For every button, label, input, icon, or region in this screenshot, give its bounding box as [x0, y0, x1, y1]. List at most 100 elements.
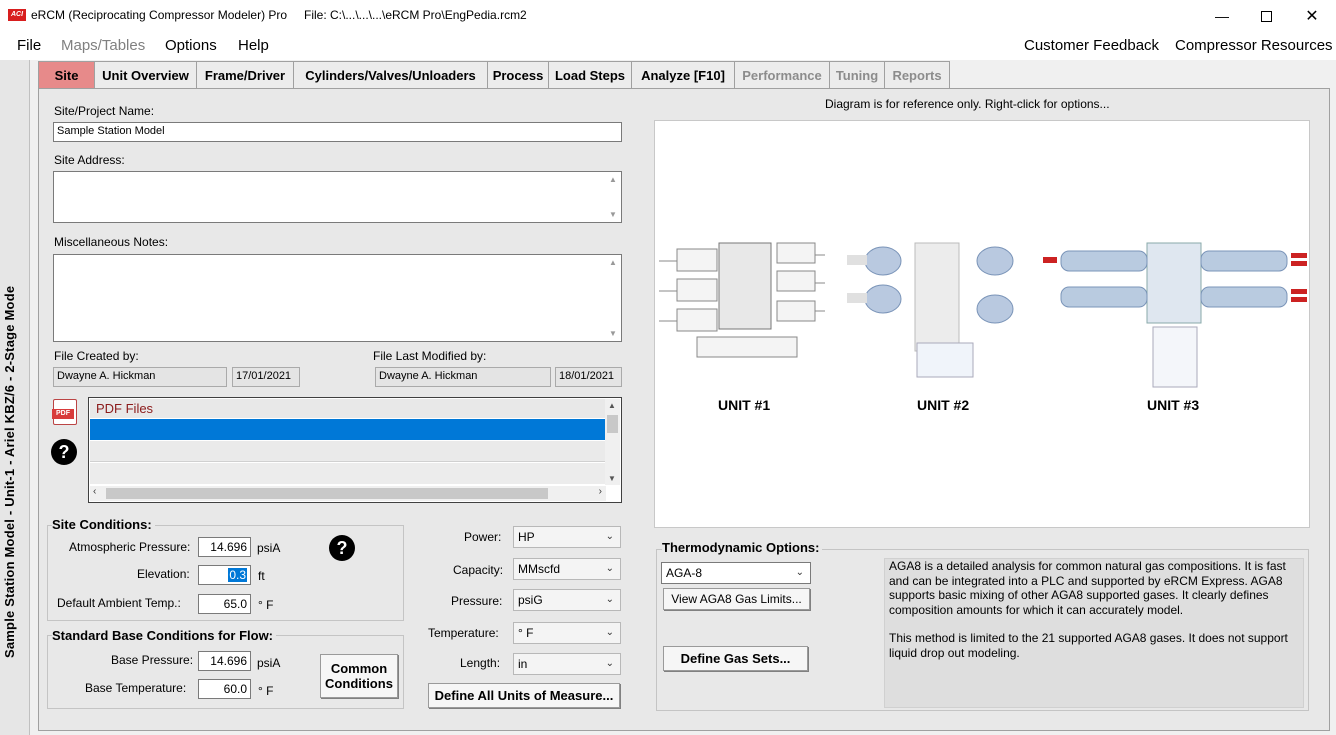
site-address-scrollbar[interactable]: ▲ ▼ — [606, 173, 620, 221]
notes-input[interactable]: ▲ ▼ — [53, 254, 622, 342]
define-gas-sets-button[interactable]: Define Gas Sets... — [663, 646, 808, 671]
chevron-down-icon: ⌄ — [795, 567, 804, 578]
thermo-method-select[interactable]: AGA-8 ⌄ — [661, 562, 811, 584]
thermo-description-p2: This method is limited to the 21 support… — [889, 631, 1288, 660]
chevron-down-icon: ⌄ — [605, 563, 614, 574]
unit-1-schematic[interactable] — [657, 239, 827, 369]
help-icon[interactable]: ? — [51, 439, 77, 465]
notes-label: Miscellaneous Notes: — [54, 235, 169, 249]
power-value: HP — [518, 530, 535, 544]
elevation-unit: ft — [258, 569, 265, 583]
unit-2-label: UNIT #2 — [917, 397, 970, 413]
pressure-value: psiG — [518, 593, 543, 607]
elevation-label: Elevation: — [137, 567, 190, 581]
pdf-files-list[interactable]: PDF Files ▲ ▼ ‹ › — [88, 397, 622, 503]
thermo-options-title: Thermodynamic Options: — [662, 540, 823, 555]
chevron-down-icon: ⌄ — [605, 658, 614, 669]
thermo-method-value: AGA-8 — [666, 566, 703, 580]
pdf-list-selected-row[interactable] — [90, 419, 606, 440]
elevation-input[interactable]: 0.3 — [198, 565, 251, 585]
power-select[interactable]: HP ⌄ — [513, 526, 621, 548]
tab-frame-driver[interactable]: Frame/Driver — [196, 61, 294, 88]
common-conditions-button[interactable]: Common Conditions — [320, 654, 398, 698]
capacity-value: MMscfd — [518, 562, 560, 576]
help-icon[interactable]: ? — [329, 535, 355, 561]
thermo-description: AGA8 is a detailed analysis for common n… — [884, 558, 1304, 708]
pdf-list-row[interactable] — [90, 463, 606, 484]
menu-options[interactable]: Options — [165, 37, 217, 54]
mode-label: Sample Station Model - Unit-1 - Ariel KB… — [2, 285, 17, 658]
pdf-list-row[interactable] — [90, 441, 606, 462]
atm-pressure-label: Atmospheric Pressure: — [69, 540, 191, 554]
close-icon: ✕ — [1305, 8, 1319, 25]
main-tabs: Site Unit Overview Frame/Driver Cylinder… — [38, 61, 950, 89]
tab-analyze[interactable]: Analyze [F10] — [631, 61, 735, 88]
ambient-temp-unit: ° F — [258, 598, 274, 612]
modified-date-field: 18/01/2021 — [555, 367, 622, 387]
length-select[interactable]: in ⌄ — [513, 653, 621, 675]
base-temp-label: Base Temperature: — [85, 681, 187, 695]
tab-load-steps[interactable]: Load Steps — [548, 61, 632, 88]
unit-3-schematic[interactable] — [1041, 239, 1309, 399]
modified-by-field: Dwayne A. Hickman — [375, 367, 551, 387]
project-name-label: Site/Project Name: — [54, 104, 155, 118]
diagram-hint: Diagram is for reference only. Right-cli… — [825, 97, 1110, 111]
maximize-button[interactable] — [1243, 0, 1289, 32]
ambient-temp-label: Default Ambient Temp.: — [57, 596, 181, 610]
base-temp-input[interactable]: 60.0 — [198, 679, 251, 699]
tab-performance[interactable]: Performance — [734, 61, 830, 88]
scroll-down-icon: ▼ — [609, 210, 617, 219]
unit-2-schematic[interactable] — [845, 239, 1023, 379]
menu-bar: File Maps/Tables Options Help Customer F… — [0, 32, 1336, 60]
notes-scrollbar[interactable]: ▲ ▼ — [606, 256, 620, 340]
pdf-list-hscrollbar[interactable]: ‹ › — [90, 486, 606, 501]
length-label: Length: — [460, 656, 501, 670]
modified-by-label: File Last Modified by: — [373, 349, 487, 363]
minimize-icon: — — [1215, 8, 1229, 24]
app-logo-icon: ACI — [8, 9, 26, 21]
tab-tuning[interactable]: Tuning — [829, 61, 885, 88]
created-by-field: Dwayne A. Hickman — [53, 367, 227, 387]
minimize-button[interactable]: — — [1199, 0, 1245, 32]
tab-process[interactable]: Process — [487, 61, 549, 88]
site-panel: Site/Project Name: Sample Station Model … — [38, 88, 1330, 731]
define-all-units-button[interactable]: Define All Units of Measure... — [428, 683, 620, 708]
ambient-temp-input[interactable]: 65.0 — [198, 594, 251, 614]
title-bar: ACI eRCM (Reciprocating Compressor Model… — [0, 0, 1336, 32]
window-title: eRCM (Reciprocating Compressor Modeler) … — [31, 8, 288, 22]
tab-cylinders-valves-unloaders[interactable]: Cylinders/Valves/Unloaders — [293, 61, 488, 88]
pdf-file-icon[interactable]: PDF — [52, 399, 77, 425]
unit-1-label: UNIT #1 — [718, 397, 771, 413]
menu-customer-feedback[interactable]: Customer Feedback — [1024, 37, 1159, 54]
atm-pressure-input[interactable]: 14.696 — [198, 537, 251, 557]
created-by-label: File Created by: — [54, 349, 139, 363]
menu-compressor-resources[interactable]: Compressor Resources — [1175, 37, 1333, 54]
scroll-down-icon: ▼ — [609, 329, 617, 338]
tab-unit-overview[interactable]: Unit Overview — [94, 61, 197, 88]
capacity-label: Capacity: — [453, 563, 504, 577]
pressure-select[interactable]: psiG ⌄ — [513, 589, 621, 611]
site-address-label: Site Address: — [54, 153, 125, 167]
temperature-select[interactable]: ° F ⌄ — [513, 622, 621, 644]
pdf-list-vscrollbar[interactable]: ▲ ▼ — [605, 399, 620, 485]
menu-maps-tables[interactable]: Maps/Tables — [61, 37, 145, 54]
tab-site[interactable]: Site — [38, 61, 95, 88]
site-conditions-title: Site Conditions: — [52, 517, 155, 532]
menu-file[interactable]: File — [17, 37, 41, 54]
thermo-description-p1: AGA8 is a detailed analysis for common n… — [889, 559, 1286, 617]
site-address-input[interactable]: ▲ ▼ — [53, 171, 622, 223]
base-pressure-input[interactable]: 14.696 — [198, 651, 251, 671]
capacity-select[interactable]: MMscfd ⌄ — [513, 558, 621, 580]
maximize-icon — [1260, 10, 1272, 22]
project-name-input[interactable]: Sample Station Model — [53, 122, 622, 142]
menu-help[interactable]: Help — [238, 37, 269, 54]
elevation-value: 0.3 — [228, 568, 247, 582]
unit-diagram[interactable]: UNIT #1 UNIT #2 UNIT #3 — [654, 120, 1310, 528]
view-aga8-limits-button[interactable]: View AGA8 Gas Limits... — [663, 588, 810, 610]
base-temp-unit: ° F — [258, 684, 274, 698]
scroll-up-icon: ▲ — [609, 258, 617, 267]
scroll-up-icon: ▲ — [609, 175, 617, 184]
base-pressure-label: Base Pressure: — [111, 653, 194, 667]
tab-reports[interactable]: Reports — [884, 61, 950, 88]
close-button[interactable]: ✕ — [1289, 0, 1335, 32]
